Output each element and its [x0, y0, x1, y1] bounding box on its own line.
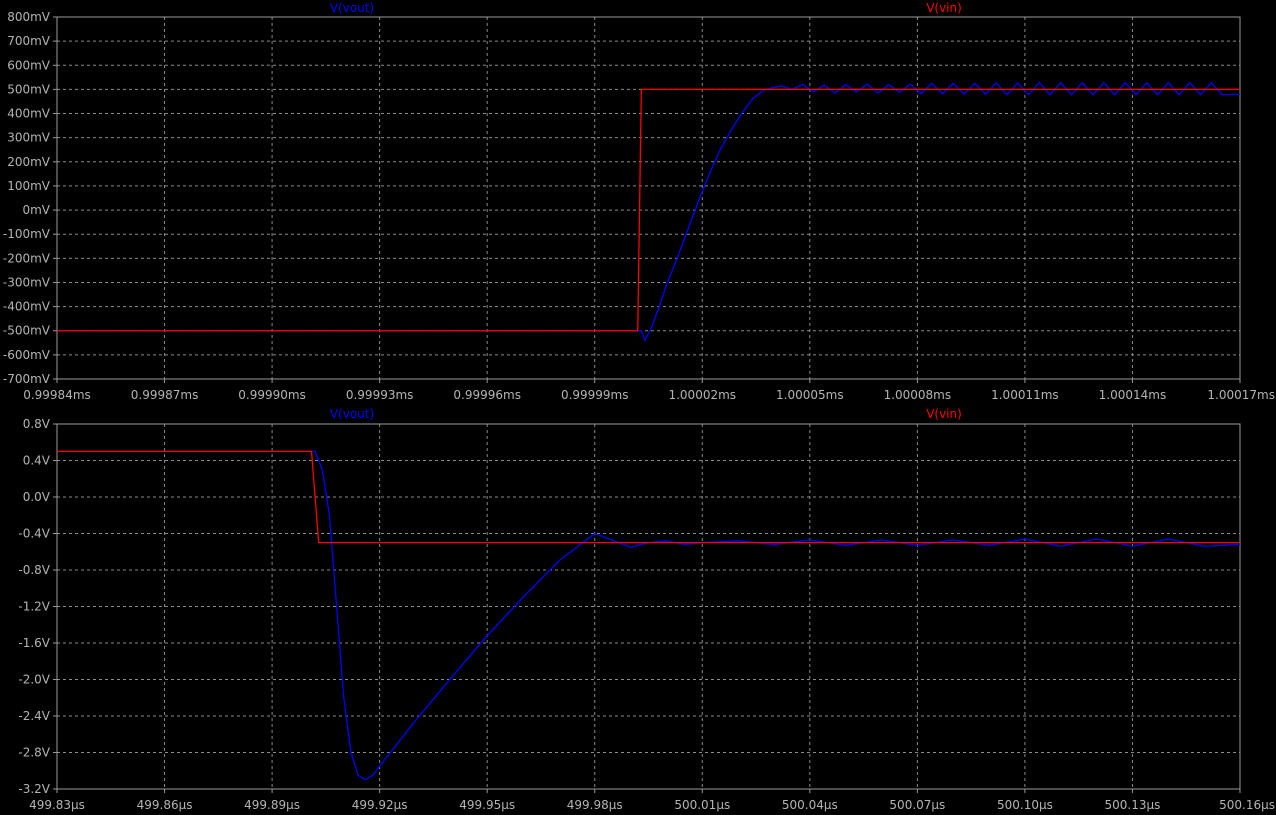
series-line-vvin	[57, 88, 1240, 332]
x-tick-label: 500.16µs	[1219, 798, 1275, 812]
y-tick-label: 700mV	[7, 34, 51, 48]
x-tick-label: 500.04µs	[782, 798, 838, 812]
y-tick-label: 500mV	[7, 82, 51, 96]
plot-pane-1: 0.99984ms 0.99987ms 0.99990ms 0.99993ms 0.99…	[3, 1, 1275, 402]
legend-label: V(vin)	[926, 407, 962, 421]
y-tick-label: 600mV	[7, 58, 51, 72]
y-tick-label: -500mV	[3, 324, 51, 338]
y-tick-label: -0.8V	[18, 563, 50, 577]
x-tick-label: 1.00008ms	[884, 388, 952, 402]
x-tick-label: 499.92µs	[352, 798, 408, 812]
x-tick-label: 499.83µs	[29, 798, 85, 812]
x-tick-label: 500.10µs	[997, 798, 1053, 812]
x-tick-label: 0.99984ms	[23, 388, 91, 402]
legend-label: V(vout)	[330, 1, 374, 15]
y-tick-label: -100mV	[3, 227, 51, 241]
legend-label: V(vout)	[330, 407, 374, 421]
plot-frame	[56, 423, 1241, 790]
series-line-vvin	[57, 450, 1240, 544]
x-tick-label: 499.98µs	[567, 798, 623, 812]
y-tick-label: -600mV	[3, 348, 51, 362]
y-tick-label: 0.0V	[23, 490, 51, 504]
y-tick-label: 100mV	[7, 179, 51, 193]
x-tick-label: 0.99990ms	[238, 388, 306, 402]
x-tick-label: 0.99999ms	[561, 388, 629, 402]
y-tick-label: 300mV	[7, 131, 51, 145]
y-tick-label: -1.6V	[18, 636, 50, 650]
x-tick-label: 0.99996ms	[453, 388, 521, 402]
y-tick-label: -0.4V	[18, 527, 50, 541]
y-tick-label: -3.2V	[18, 782, 50, 796]
x-tick-label: 1.00002ms	[668, 388, 736, 402]
y-tick-label: -200mV	[3, 251, 51, 265]
y-tick-label: 400mV	[7, 107, 51, 121]
x-tick-label: 0.99987ms	[131, 388, 199, 402]
y-tick-label: 0mV	[22, 203, 50, 217]
y-tick-label: 800mV	[7, 10, 51, 24]
x-tick-label: 500.07µs	[889, 798, 945, 812]
y-tick-label: 0.8V	[23, 417, 51, 431]
x-tick-label: 1.00017ms	[1207, 388, 1275, 402]
x-tick-label: 500.01µs	[674, 798, 730, 812]
y-tick-label: -1.2V	[18, 600, 50, 614]
y-tick-label: -2.4V	[18, 709, 50, 723]
x-tick-label: 500.13µs	[1105, 798, 1161, 812]
y-tick-label: 200mV	[7, 155, 51, 169]
legend-label: V(vin)	[926, 1, 962, 15]
x-tick-label: 499.86µs	[137, 798, 193, 812]
y-tick-label: -700mV	[3, 372, 51, 386]
plot-pane-2: 499.83µs 499.86µs 499.89µs 499.92µs 499.95µs…	[18, 407, 1275, 812]
y-tick-label: -400mV	[3, 300, 51, 314]
x-tick-label: 0.99993ms	[346, 388, 414, 402]
y-tick-label: 0.4V	[23, 454, 51, 468]
waveform-viewer: 0.99984ms 0.99987ms 0.99990ms 0.99993ms 0.99…	[3, 1, 1275, 812]
y-tick-label: -300mV	[3, 275, 51, 289]
x-tick-label: 1.00005ms	[776, 388, 844, 402]
y-tick-label: -2.0V	[18, 673, 50, 687]
series-line-vvout	[57, 81, 1241, 342]
x-tick-label: 499.95µs	[459, 798, 515, 812]
x-tick-label: 499.89µs	[244, 798, 300, 812]
plot-frame	[56, 16, 1241, 380]
x-tick-label: 1.00014ms	[1099, 388, 1167, 402]
series-line-vvout	[57, 450, 1241, 781]
y-tick-label: -2.8V	[18, 746, 50, 760]
x-tick-label: 1.00011ms	[991, 388, 1059, 402]
